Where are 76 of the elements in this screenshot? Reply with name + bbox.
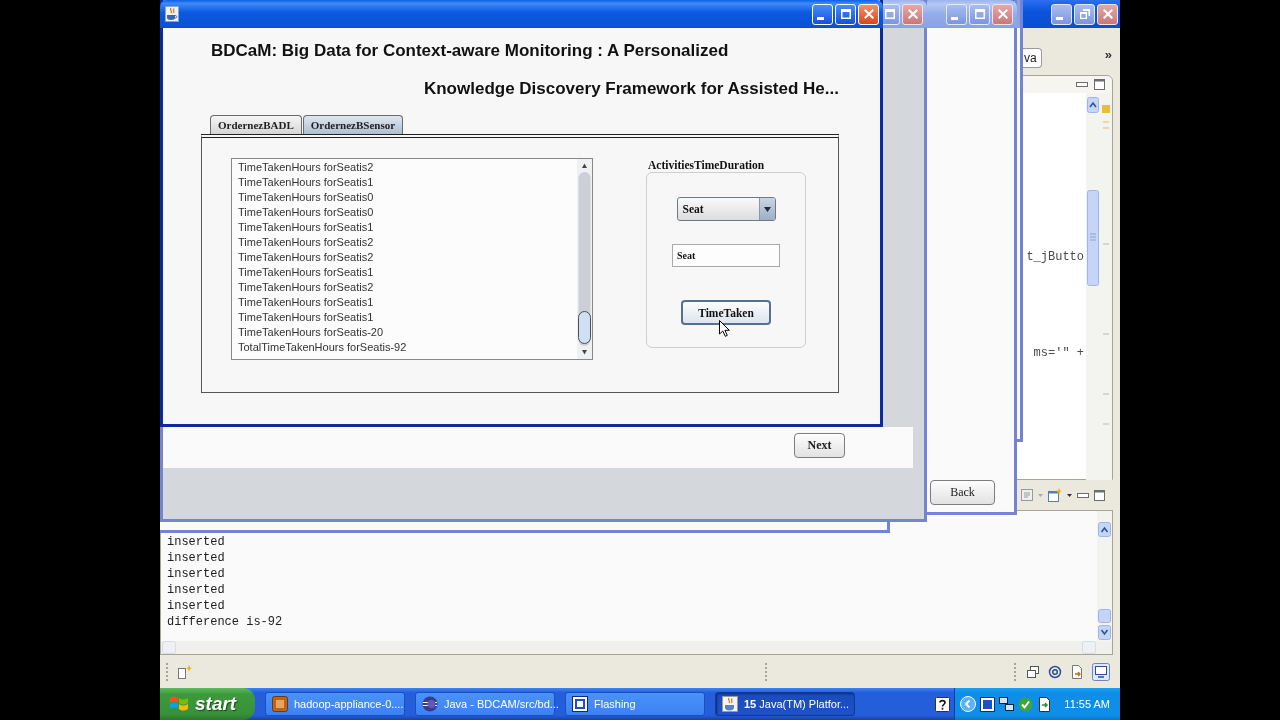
start-button[interactable]: start bbox=[160, 688, 255, 720]
minimize-button[interactable] bbox=[1051, 3, 1072, 25]
maximize-icon[interactable] bbox=[1094, 489, 1105, 501]
next-button[interactable]: Next bbox=[794, 433, 845, 458]
list-item[interactable]: TimeTakenHours forSeatis1 bbox=[238, 220, 374, 235]
minimize-icon[interactable] bbox=[1077, 492, 1089, 498]
console-line: inserted bbox=[167, 582, 225, 598]
maximize-icon bbox=[840, 9, 851, 19]
text-field[interactable]: Seat bbox=[672, 244, 780, 267]
close-button[interactable] bbox=[1097, 3, 1118, 25]
list-item[interactable]: TimeTakenHours forSeatis1 bbox=[238, 310, 374, 325]
console-line: inserted bbox=[167, 550, 225, 566]
window-icon[interactable] bbox=[980, 696, 996, 712]
cup-icon bbox=[722, 696, 738, 712]
tab[interactable]: OrdernezBSensor bbox=[302, 115, 404, 134]
dropdown[interactable]: Seat bbox=[676, 197, 776, 221]
sphere-icon bbox=[422, 696, 438, 712]
list-item[interactable]: TimeTakenHours forSeatis2 bbox=[238, 160, 374, 175]
window-sparkle-icon[interactable] bbox=[1048, 488, 1062, 502]
check-icon[interactable] bbox=[1018, 696, 1034, 712]
help-icon[interactable] bbox=[935, 696, 951, 712]
cup-icon bbox=[165, 6, 179, 22]
console-line: inserted bbox=[167, 566, 225, 582]
console-line: inserted bbox=[167, 598, 225, 614]
network-icon[interactable] bbox=[999, 696, 1015, 712]
window-icon bbox=[572, 696, 588, 712]
code-line: ms='" + bbox=[1033, 345, 1084, 361]
minimize-icon[interactable] bbox=[1076, 82, 1088, 87]
console-line: difference is-92 bbox=[167, 614, 283, 630]
scrollbar[interactable] bbox=[1097, 511, 1112, 641]
list-item[interactable]: TimeTakenHours forSeatis2 bbox=[238, 280, 374, 295]
list-item[interactable]: TimeTakenHours forSeatis1 bbox=[238, 175, 374, 190]
list-item[interactable]: TimeTakenHours forSeatis-20 bbox=[238, 325, 384, 340]
restore-button[interactable] bbox=[1074, 3, 1095, 25]
list-item[interactable]: TimeTakenHours forSeatis0 bbox=[238, 205, 374, 220]
list-item[interactable]: TimeTakenHours forSeatis1 bbox=[238, 265, 374, 280]
scrollbar[interactable] bbox=[161, 641, 1112, 654]
flag-icon bbox=[169, 695, 189, 713]
restore-icon bbox=[1079, 9, 1090, 19]
window-sparkle-icon[interactable] bbox=[178, 664, 192, 679]
restore-icon[interactable] bbox=[1026, 664, 1040, 679]
ring-icon[interactable] bbox=[1048, 664, 1062, 679]
overflow-button[interactable]: » bbox=[1104, 48, 1112, 62]
monitor-icon[interactable] bbox=[1092, 662, 1110, 681]
caret-icon[interactable] bbox=[1067, 493, 1072, 497]
document-icon[interactable] bbox=[1037, 696, 1053, 712]
close-icon bbox=[907, 9, 918, 19]
heading: BDCaM: Big Data for Context-aware Monitoring : A Personalized bbox=[211, 41, 729, 61]
list-item[interactable]: TotalTimeTakenHours forSeatis-92 bbox=[238, 340, 407, 355]
minimize-icon bbox=[1056, 16, 1063, 20]
list-item[interactable]: TimeTakenHours forSeatis2 bbox=[238, 250, 374, 265]
cursor-icon bbox=[719, 320, 730, 337]
taskbar-button[interactable]: 15 Java(TM) Platfor... bbox=[715, 692, 855, 716]
group-label: ActivitiesTimeDuration bbox=[648, 158, 765, 172]
maximize-icon bbox=[884, 9, 895, 19]
tab[interactable]: OrdernezBADL bbox=[210, 115, 302, 134]
square-icon bbox=[272, 696, 288, 712]
editor-tab[interactable]: va bbox=[1023, 48, 1042, 68]
list-box[interactable] bbox=[231, 158, 593, 360]
close-icon bbox=[1102, 9, 1113, 19]
console-line: inserted bbox=[167, 534, 225, 550]
minimize-icon bbox=[951, 16, 958, 20]
maximize-icon bbox=[974, 9, 985, 19]
list-item[interactable]: TimeTakenHours forSeatis0 bbox=[238, 190, 374, 205]
code-line: t_jButto bbox=[1026, 249, 1084, 265]
time-taken-button[interactable]: TimeTaken bbox=[681, 300, 771, 325]
caret-icon bbox=[763, 206, 771, 212]
list-item[interactable]: TimeTakenHours forSeatis1 bbox=[238, 295, 374, 310]
close-icon bbox=[863, 9, 874, 19]
heading: Knowledge Discovery Framework for Assisted He... bbox=[423, 79, 839, 99]
maximize-icon[interactable] bbox=[1094, 79, 1105, 90]
minimize-icon bbox=[817, 16, 824, 20]
list-item[interactable]: TimeTakenHours forSeatis2 bbox=[238, 235, 374, 250]
scrollbar[interactable] bbox=[577, 159, 592, 359]
close-icon bbox=[997, 9, 1008, 19]
clock: 11:55 AM bbox=[1064, 698, 1110, 710]
